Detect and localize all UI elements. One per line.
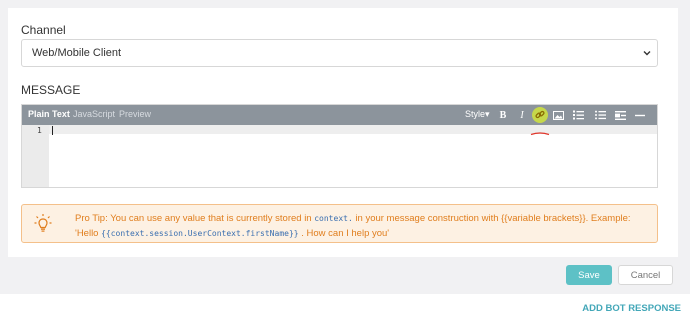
channel-select-value: Web/Mobile Client xyxy=(32,47,122,59)
message-editor[interactable]: Plain Text JavaScript Preview Style▾ B I xyxy=(21,104,658,188)
tab-javascript[interactable]: JavaScript xyxy=(73,109,115,119)
tab-preview[interactable]: Preview xyxy=(119,109,151,119)
channel-label: Channel xyxy=(21,23,66,37)
lightbulb-icon xyxy=(34,214,52,232)
tip-code-firstname: {{context.session.UserContext.firstName}… xyxy=(101,229,299,238)
chevron-down-icon xyxy=(643,51,651,56)
bot-response-panel: Channel Web/Mobile Client MESSAGE Plain … xyxy=(8,8,678,257)
tab-plain-text[interactable]: Plain Text xyxy=(28,109,70,119)
horizontal-rule-icon[interactable] xyxy=(633,108,647,122)
text-caret xyxy=(52,126,53,135)
active-line-highlight xyxy=(22,125,657,134)
ordered-list-icon[interactable] xyxy=(571,108,585,122)
link-chain-glyph xyxy=(535,110,545,119)
tip-part-3: . How can I help you' xyxy=(298,228,390,239)
tip-code-context: context. xyxy=(314,214,353,223)
italic-icon[interactable]: I xyxy=(515,108,529,122)
save-button[interactable]: Save xyxy=(566,265,612,285)
style-dropdown[interactable]: Style▾ xyxy=(465,109,490,120)
pro-tip-box: Pro Tip: You can use any value that is c… xyxy=(21,204,658,243)
image-icon[interactable] xyxy=(551,108,565,122)
tip-part-1: Pro Tip: You can use any value that is c… xyxy=(75,213,315,224)
line-number: 1 xyxy=(37,126,42,135)
editor-toolbar: Plain Text JavaScript Preview Style▾ B I xyxy=(22,105,657,125)
message-label: MESSAGE xyxy=(21,83,81,97)
channel-select[interactable]: Web/Mobile Client xyxy=(21,39,658,67)
unordered-list-icon[interactable] xyxy=(593,108,607,122)
pro-tip-text: Pro Tip: You can use any value that is c… xyxy=(75,211,655,241)
annotation-underline xyxy=(530,132,550,136)
link-icon[interactable] xyxy=(532,107,548,123)
line-number-gutter xyxy=(22,125,49,187)
add-bot-response-link[interactable]: ADD BOT RESPONSE xyxy=(582,303,681,314)
cancel-button[interactable]: Cancel xyxy=(618,265,673,285)
indent-block-icon[interactable] xyxy=(613,108,627,122)
bold-icon[interactable]: B xyxy=(496,108,510,122)
footer-bar: ADD BOT RESPONSE xyxy=(0,294,690,320)
